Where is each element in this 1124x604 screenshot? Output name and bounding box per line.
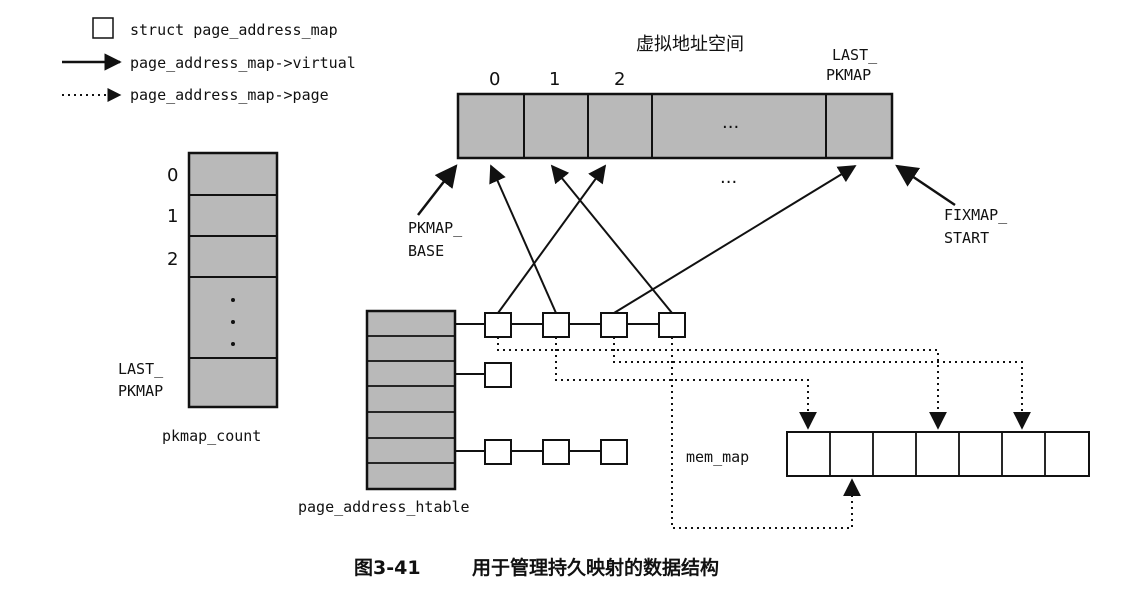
page-address-map-node	[600, 312, 628, 338]
virtual-ellipsis-below: ···	[720, 172, 737, 193]
pkmap-count-column	[187, 151, 279, 409]
page-address-map-node	[542, 439, 570, 465]
hash-chain-1	[455, 312, 686, 338]
virtual-ellipsis: ···	[722, 117, 739, 138]
virtual-pointer-arrow	[550, 164, 673, 314]
page-address-map-node	[484, 439, 512, 465]
virtual-address-space: 虚拟地址空间 0 1 2 LAST_ PKMAP ··· ···	[456, 34, 894, 193]
htable-name: page_address_htable	[298, 498, 470, 516]
mem-map: mem_map	[686, 431, 1090, 477]
pkmap-count-last-line1: LAST_	[118, 360, 164, 378]
page-address-htable: page_address_htable	[298, 309, 470, 516]
virtual-pointers	[489, 164, 857, 314]
hash-chain-3	[455, 439, 628, 465]
pkmap-count-dot	[231, 320, 235, 324]
pkmap-base-arrow	[417, 164, 458, 216]
virtual-pointer-arrow	[497, 164, 607, 314]
page-address-map-node	[484, 312, 512, 338]
pkmap-base-label-line1: PKMAP_	[408, 219, 463, 237]
virtual-last-label-line2: PKMAP	[826, 66, 871, 84]
page-address-map-node	[484, 362, 512, 388]
legend-page-label: page_address_map->page	[130, 86, 329, 104]
pkmap-count-last-line2: PKMAP	[118, 382, 163, 400]
pkmap-count-index-0: 0	[167, 165, 178, 186]
fixmap-start-arrow	[895, 164, 956, 207]
diagram-canvas: struct page_address_map page_address_map…	[62, 17, 1090, 579]
page-address-map-node	[600, 439, 628, 465]
pkmap-base-label-line2: BASE	[408, 242, 444, 260]
fixmap-start-label-line2: START	[944, 229, 989, 247]
page-address-map-node	[658, 312, 686, 338]
virtual-space-title: 虚拟地址空间	[636, 34, 744, 55]
legend-struct-label: struct page_address_map	[130, 21, 338, 39]
virtual-last-label-line1: LAST_	[832, 46, 878, 64]
mem-map-array	[786, 431, 1090, 477]
pkmap-count-index-2: 2	[167, 249, 178, 270]
fixmap-start-label-line1: FIXMAP_	[944, 206, 1008, 224]
pkmap-count-name: pkmap_count	[162, 427, 261, 445]
virtual-pointer-arrow	[489, 164, 557, 314]
legend-virtual-label: page_address_map->virtual	[130, 54, 356, 72]
hash-chain-2	[455, 362, 512, 388]
pkmap-count-dot	[231, 298, 235, 302]
pkmap-count-array: 0 1 2 LAST_ PKMAP pkmap_count	[118, 151, 279, 445]
legend-struct-box-icon	[92, 17, 114, 39]
page-pointer-arrow	[497, 337, 947, 430]
page-pointer-arrow	[613, 337, 1031, 430]
pkmap-count-index-1: 1	[167, 206, 178, 227]
figure-caption-text: 用于管理持久映射的数据结构	[472, 556, 719, 579]
virtual-slot-label-2: 2	[614, 69, 625, 90]
virtual-slot-label-1: 1	[549, 69, 560, 90]
pkmap-count-dot	[231, 342, 235, 346]
figure-caption-number: 图3-41	[354, 557, 421, 579]
virtual-slot-label-0: 0	[489, 69, 500, 90]
page-address-map-node	[542, 312, 570, 338]
mem-map-label: mem_map	[686, 448, 749, 466]
legend: struct page_address_map page_address_map…	[62, 17, 356, 104]
